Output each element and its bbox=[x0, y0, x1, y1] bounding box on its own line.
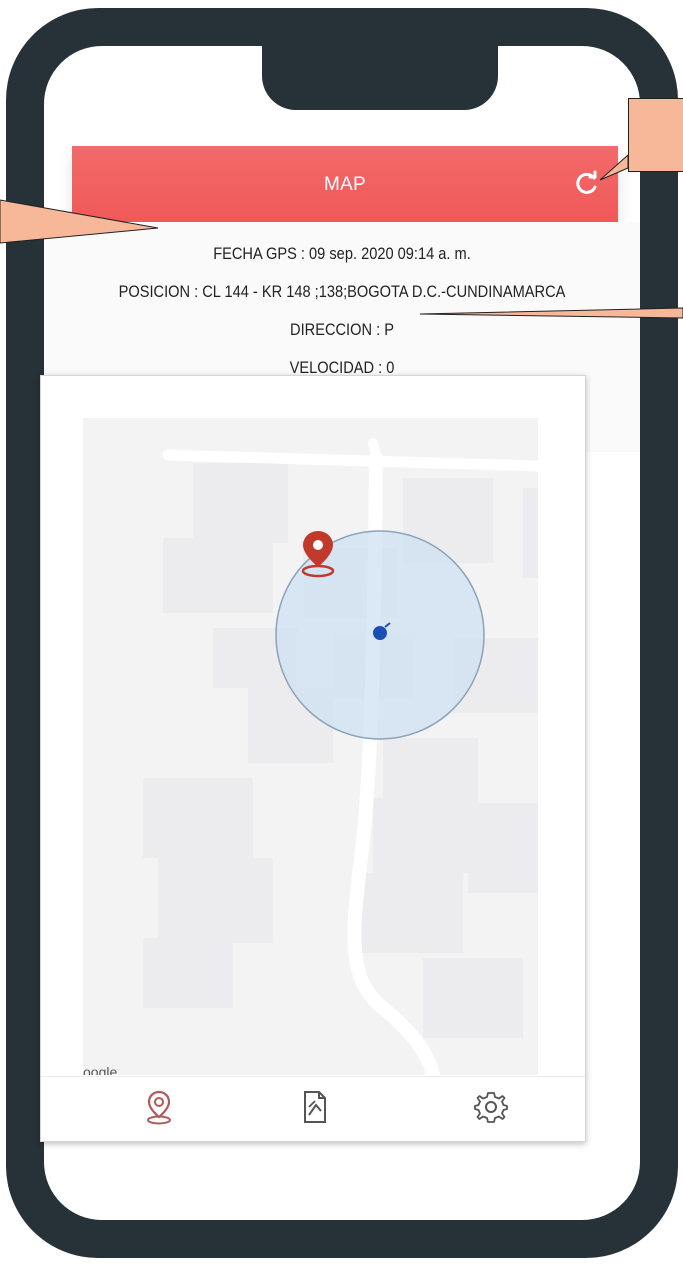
callout-pointers bbox=[0, 153, 683, 319]
